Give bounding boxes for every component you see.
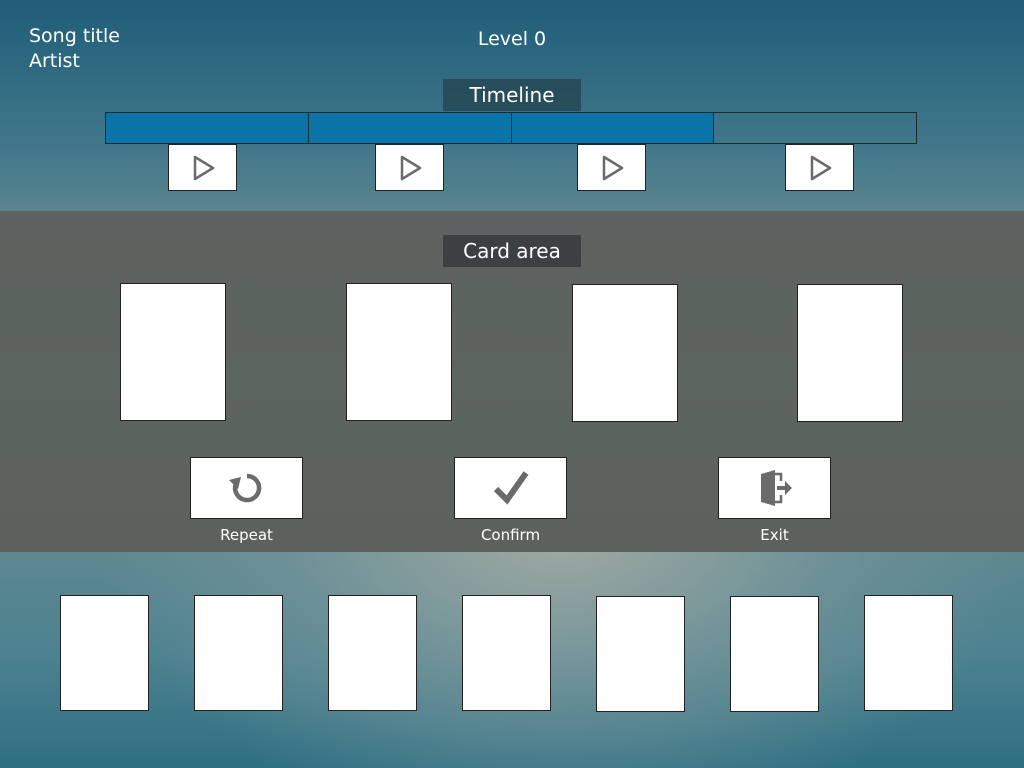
- timeline-segment-4: [714, 113, 916, 143]
- timeline-progress-bar: [105, 112, 917, 144]
- card-slot-4[interactable]: [797, 284, 903, 422]
- checkmark-icon: [493, 471, 528, 505]
- hand-card-1[interactable]: [60, 595, 149, 711]
- confirm-label: Confirm: [480, 526, 541, 544]
- hand-card-6[interactable]: [730, 596, 819, 712]
- timeline-segment-1: [106, 113, 309, 143]
- confirm-button[interactable]: [454, 457, 567, 519]
- exit-label: Exit: [760, 526, 789, 544]
- hand-card-4[interactable]: [462, 595, 551, 711]
- play-segment-4-button[interactable]: [785, 144, 854, 191]
- repeat-icon: [228, 473, 261, 503]
- play-icon: [400, 155, 421, 180]
- card-slot-3[interactable]: [572, 284, 678, 422]
- hand-card-2[interactable]: [194, 595, 283, 711]
- hand-card-7[interactable]: [864, 595, 953, 711]
- level-indicator: Level 0: [477, 28, 547, 50]
- timeline-segment-3: [511, 113, 715, 143]
- play-icon: [602, 155, 623, 180]
- timeline-title: Timeline: [443, 79, 581, 111]
- play-segment-2-button[interactable]: [375, 144, 444, 191]
- card-slot-2[interactable]: [346, 283, 452, 421]
- card-area-title: Card area: [443, 235, 581, 267]
- timeline-segment-2: [308, 113, 512, 143]
- exit-door-icon: [760, 470, 792, 506]
- repeat-button[interactable]: [190, 457, 303, 519]
- play-segment-1-button[interactable]: [168, 144, 237, 191]
- hand-card-5[interactable]: [596, 596, 685, 712]
- hand-card-3[interactable]: [328, 595, 417, 711]
- repeat-label: Repeat: [220, 526, 273, 544]
- play-icon: [810, 155, 831, 180]
- card-slot-1[interactable]: [120, 283, 226, 421]
- play-icon: [193, 155, 214, 180]
- exit-button[interactable]: [718, 457, 831, 519]
- song-artist: Artist: [29, 50, 80, 72]
- play-segment-3-button[interactable]: [577, 144, 646, 191]
